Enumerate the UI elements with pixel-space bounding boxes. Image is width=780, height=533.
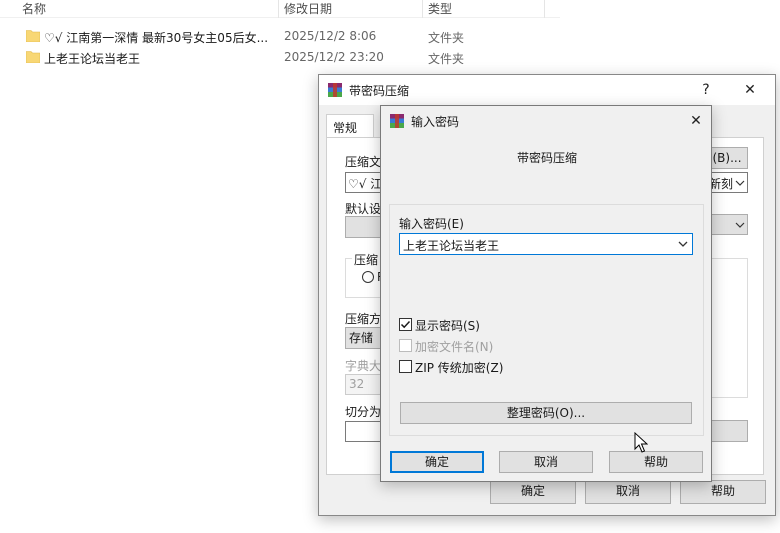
- password-ok-label: 确定: [424, 455, 449, 469]
- mouse-cursor-icon: [634, 432, 648, 453]
- organize-passwords-button[interactable]: 整理密码(O)...: [400, 402, 692, 424]
- password-dialog-heading: 带密码压缩: [517, 151, 578, 165]
- column-name-header[interactable]: 名称: [22, 0, 46, 17]
- show-password-label: 显示密码(S): [415, 319, 480, 333]
- chevron-down-icon: [735, 222, 745, 228]
- file-type: 文件夹: [428, 52, 465, 66]
- close-icon[interactable]: ✕: [739, 79, 761, 101]
- archive-dialog-title: 带密码压缩: [349, 84, 410, 98]
- password-cancel-label: 取消: [533, 455, 558, 469]
- archive-ok-button[interactable]: 确定: [490, 480, 576, 504]
- show-password-checkbox[interactable]: [399, 318, 412, 331]
- set-password-button[interactable]: [706, 420, 748, 442]
- update-mode-value: 新刻: [709, 177, 734, 191]
- split-label: 切分为: [345, 405, 382, 419]
- help-question-button[interactable]: ?: [695, 79, 717, 101]
- column-header-bar: 名称 修改日期 类型: [0, 0, 560, 18]
- archive-dialog-titlebar[interactable]: 带密码压缩 ? ✕: [319, 75, 775, 105]
- encrypt-filenames-checkbox[interactable]: [399, 339, 412, 352]
- checkmark-icon: [400, 320, 411, 329]
- archive-name-value: ♡√ 江: [348, 177, 383, 191]
- dictionary-value: 32: [349, 377, 365, 391]
- password-help-label: 帮助: [643, 455, 668, 469]
- password-ok-button[interactable]: 确定: [390, 451, 484, 473]
- format-radio[interactable]: [362, 271, 374, 283]
- column-divider[interactable]: [544, 0, 545, 18]
- password-cancel-button[interactable]: 取消: [499, 451, 593, 473]
- archive-name-label: 压缩文: [345, 155, 382, 169]
- password-dialog-titlebar[interactable]: 输入密码 ✕: [381, 106, 711, 136]
- archive-cancel-button[interactable]: 取消: [585, 480, 671, 504]
- method-label: 压缩方: [345, 312, 382, 326]
- format-group-label: 压缩: [352, 251, 381, 268]
- password-value: 上老王论坛当老王: [403, 239, 500, 253]
- options-group: [706, 258, 748, 398]
- default-profile-label: 默认设: [345, 202, 382, 216]
- archive-cancel-label: 取消: [615, 484, 640, 498]
- tab-general-label: 常规: [333, 121, 358, 135]
- close-icon[interactable]: ✕: [685, 110, 707, 132]
- dictionary-select[interactable]: 32: [345, 374, 385, 395]
- chevron-down-icon[interactable]: [677, 237, 689, 251]
- zip-legacy-label: ZIP 传统加密(Z): [415, 361, 504, 375]
- password-label: 输入密码(E): [399, 217, 464, 231]
- browse-button[interactable]: (B)...: [706, 147, 748, 169]
- column-date-header[interactable]: 修改日期: [284, 0, 332, 17]
- password-dialog-title: 输入密码: [411, 115, 460, 129]
- column-divider[interactable]: [278, 0, 279, 18]
- archive-help-label: 帮助: [710, 484, 735, 498]
- organize-passwords-label: 整理密码(O)...: [506, 406, 586, 420]
- winrar-icon: [390, 114, 404, 128]
- format-group: 压缩 R: [345, 251, 385, 298]
- file-type: 文件夹: [428, 31, 465, 45]
- dictionary-label: 字典大: [345, 359, 382, 373]
- archive-help-button[interactable]: 帮助: [680, 480, 766, 504]
- update-mode-select[interactable]: 新刻: [706, 172, 748, 193]
- winrar-icon: [328, 83, 342, 97]
- profiles-button[interactable]: [345, 216, 385, 238]
- file-date: 2025/12/2 8:06: [284, 29, 377, 43]
- folder-icon: [26, 51, 40, 63]
- method-value: 存储: [349, 331, 374, 345]
- method-select[interactable]: 存储: [345, 327, 385, 349]
- archive-name-field[interactable]: ♡√ 江: [345, 172, 385, 193]
- column-divider[interactable]: [422, 0, 423, 18]
- file-date: 2025/12/2 23:20: [284, 50, 384, 64]
- profile-select[interactable]: [706, 214, 748, 235]
- file-name: 上老王论坛当老王: [44, 52, 141, 66]
- archive-ok-label: 确定: [520, 484, 545, 498]
- tab-general[interactable]: 常规: [326, 114, 374, 138]
- column-type-header[interactable]: 类型: [428, 0, 452, 17]
- file-row[interactable]: ♡√ 江南第一深情 最新30号女主05后女... 2025/12/2 8:06 …: [0, 26, 560, 47]
- password-input[interactable]: 上老王论坛当老王: [399, 233, 693, 255]
- file-name: ♡√ 江南第一深情 最新30号女主05后女...: [44, 31, 269, 45]
- browse-button-label: (B)...: [712, 151, 742, 165]
- file-row[interactable]: 上老王论坛当老王 2025/12/2 23:20 文件夹: [0, 47, 560, 68]
- chevron-down-icon: [735, 180, 745, 186]
- password-help-button[interactable]: 帮助: [609, 451, 703, 473]
- folder-icon: [26, 30, 40, 42]
- zip-legacy-checkbox[interactable]: [399, 360, 412, 373]
- encrypt-filenames-label: 加密文件名(N): [415, 340, 494, 354]
- split-field[interactable]: [345, 421, 385, 442]
